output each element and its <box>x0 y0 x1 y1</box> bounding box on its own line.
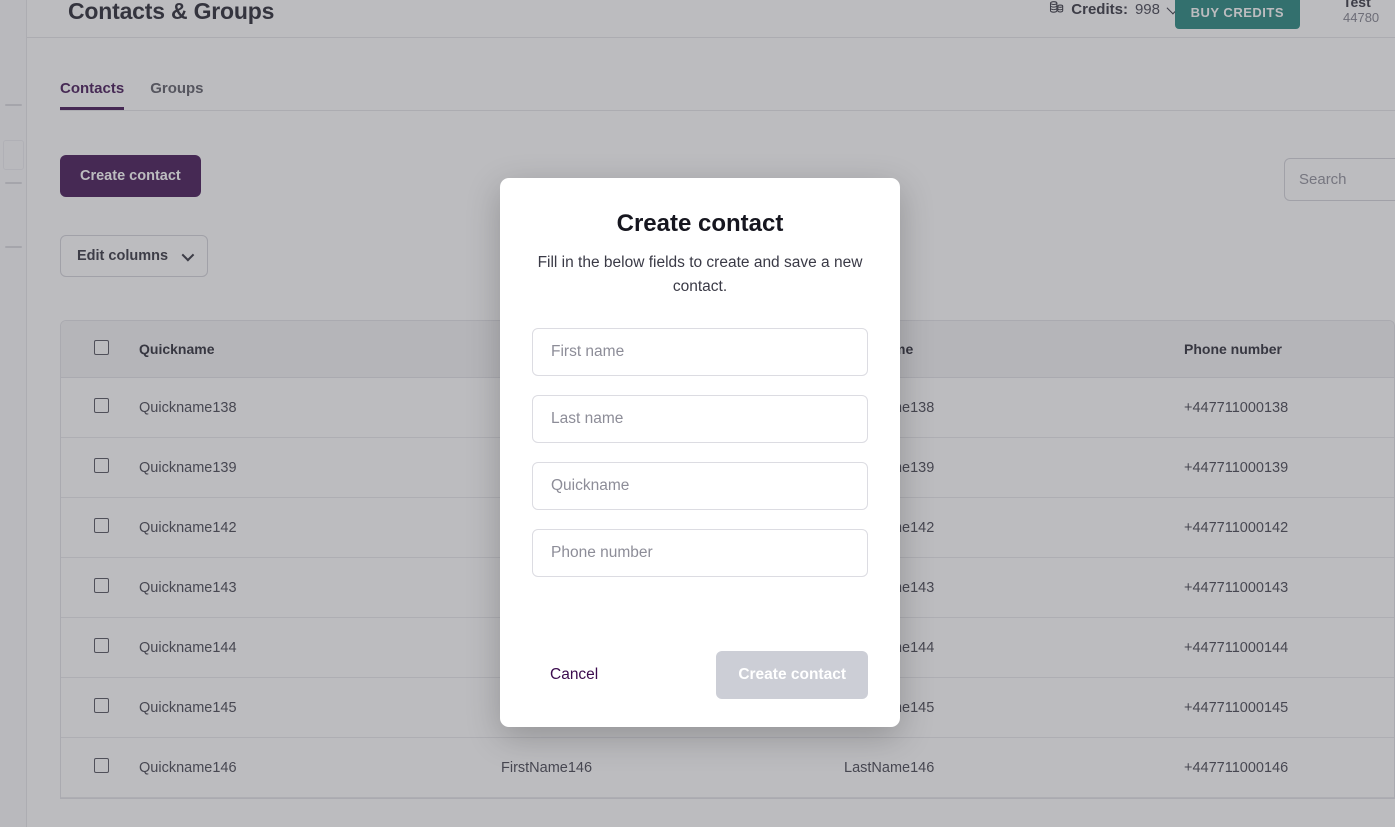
create-contact-modal: Create contact Fill in the below fields … <box>500 178 900 727</box>
modal-actions: Cancel Create contact <box>532 651 868 699</box>
first-name-field[interactable] <box>532 328 868 377</box>
last-name-field[interactable] <box>532 395 868 444</box>
modal-subtitle: Fill in the below fields to create and s… <box>537 254 863 296</box>
phone-number-field[interactable] <box>532 529 868 578</box>
cancel-button[interactable]: Cancel <box>532 654 616 696</box>
modal-title: Create contact <box>616 210 784 237</box>
submit-create-contact-button[interactable]: Create contact <box>716 651 868 699</box>
quickname-field[interactable] <box>532 462 868 511</box>
